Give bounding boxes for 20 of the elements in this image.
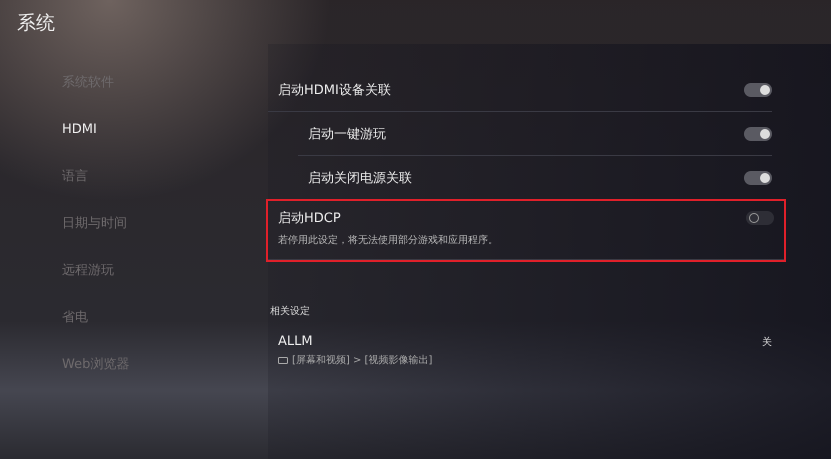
setting-label: 启动HDCP: [278, 210, 341, 227]
setting-description: 若停用此设定，将无法使用部分游戏和应用程序。: [278, 234, 499, 247]
toggle-switch[interactable]: [746, 211, 774, 225]
sidebar-item[interactable]: 日期与时间: [62, 213, 268, 234]
sidebar-item[interactable]: 语言: [62, 166, 268, 187]
sidebar-item[interactable]: 省电: [62, 307, 268, 328]
setting-label[interactable]: ALLM: [278, 334, 313, 349]
setting-value: 关: [762, 336, 772, 348]
toggle-switch[interactable]: [744, 82, 772, 96]
screen-icon: [278, 356, 288, 364]
setting-label: 启动关闭电源关联: [308, 170, 412, 186]
sidebar-item[interactable]: 远程游玩: [62, 260, 268, 281]
section-heading: 相关设定: [270, 304, 311, 318]
toggle-switch[interactable]: [744, 126, 772, 140]
breadcrumb-path: [屏幕和视频] > [视频影像输出]: [292, 354, 432, 367]
setting-label: 启动一键游玩: [308, 126, 386, 142]
toggle-switch[interactable]: [744, 170, 772, 184]
page-title: 系统: [16, 11, 56, 36]
sidebar-item[interactable]: HDMI: [62, 119, 268, 140]
setting-label: 启动HDMI设备关联: [278, 82, 391, 98]
